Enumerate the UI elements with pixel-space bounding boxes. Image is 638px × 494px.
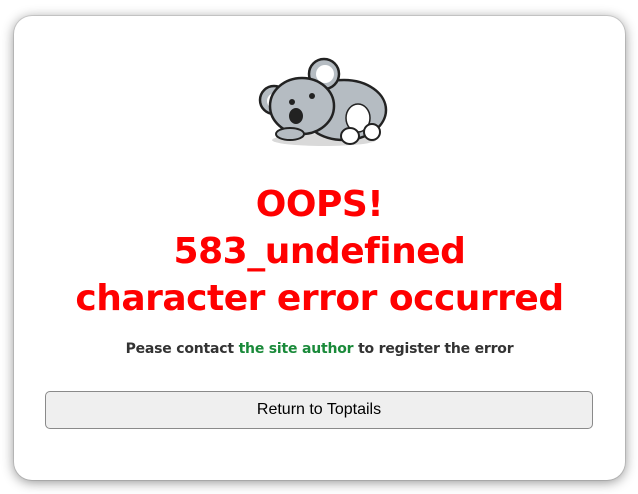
contact-message-prefix: Pease contact bbox=[125, 341, 239, 357]
contact-message: Pease contact the site author to registe… bbox=[14, 341, 625, 357]
headline-oops: OOPS! bbox=[255, 184, 384, 225]
koala-icon bbox=[258, 57, 388, 146]
contact-message-suffix: to register the error bbox=[353, 341, 514, 357]
error-dialog: OOPS! 583_undefined character error occu… bbox=[14, 16, 625, 480]
return-to-toptails-button[interactable]: Return to Toptails bbox=[45, 391, 593, 429]
headline-error-description: character error occurred bbox=[75, 278, 564, 319]
site-author-link[interactable]: the site author bbox=[239, 341, 354, 357]
headline-error-code: 583_undefined bbox=[173, 231, 466, 272]
